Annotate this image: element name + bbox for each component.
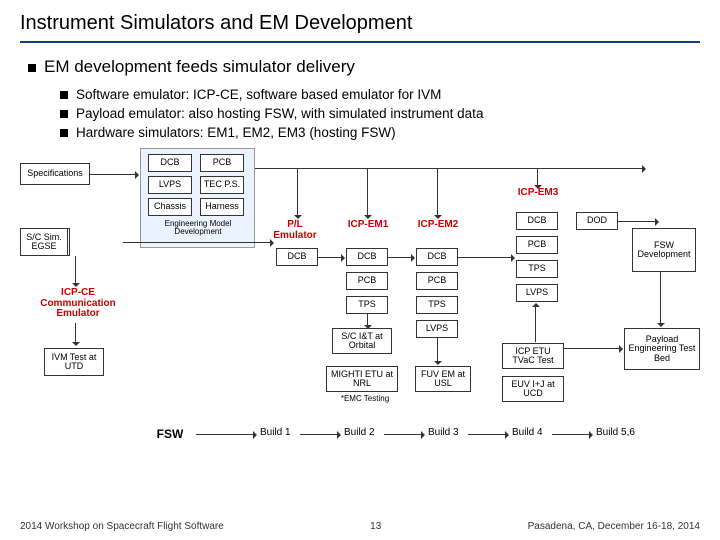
payload-box: Payload Engineering Test Bed (624, 328, 700, 370)
b1: Build 1 (260, 428, 291, 439)
em2-tps: TPS (416, 296, 458, 314)
fsw-row-label: FSW (150, 428, 190, 441)
em2-pcb: PCB (416, 272, 458, 290)
bullet-1: Software emulator: ICP-CE, software base… (60, 87, 700, 102)
b3: Build 3 (428, 428, 459, 439)
fsw-dev-box: FSW Development (632, 228, 696, 272)
arrow-drop-em2 (437, 168, 438, 218)
em3-pcb: PCB (516, 236, 558, 254)
arrow-drop-em3 (537, 168, 538, 188)
em3-dod: DOD (576, 212, 618, 230)
emd-title: Engineering Model Development (148, 220, 248, 237)
arrow-itos-icpce (75, 256, 76, 286)
arrow-em3-fsw (618, 221, 658, 222)
emd-lvps: LVPS (148, 176, 192, 194)
footer-center: 13 (370, 521, 381, 532)
tvac-box: ICP ETU TVaC Test (502, 343, 564, 369)
arrow-b56 (552, 434, 592, 435)
b56: Build 5,6 (596, 428, 635, 439)
arrow-b4 (468, 434, 508, 435)
footer-right: Pasadena, CA, December 16-18, 2014 (528, 521, 700, 532)
slide-title: Instrument Simulators and EM Development (20, 12, 700, 43)
flow-diagram: Specifications ITOS Workstation S/C Sim.… (20, 148, 700, 478)
scsim-box: S/C Sim. EGSE (20, 228, 68, 256)
em1-tps: TPS (346, 296, 388, 314)
arrow-fsw-payload (660, 272, 661, 326)
arrow-tvac-payload (564, 348, 622, 349)
em2-dcb: DCB (416, 248, 458, 266)
arrow-b3 (384, 434, 424, 435)
heading-text: EM development feeds simulator delivery (44, 57, 355, 76)
pl-label: P/L Emulator (268, 220, 322, 241)
arrow-b1 (196, 434, 256, 435)
arrow-em1-sc (367, 314, 368, 328)
mighti-box: MIGHTI ETU at NRL (326, 366, 398, 392)
b4: Build 4 (512, 428, 543, 439)
ivm-utd-box: IVM Test at UTD (44, 348, 104, 376)
slide-footer: 2014 Workshop on Spacecraft Flight Softw… (0, 521, 720, 532)
arrow-drop-em1 (367, 168, 368, 218)
emd-chassis: Chassis (148, 198, 192, 216)
main-heading: EM development feeds simulator delivery (28, 57, 700, 77)
emd-harness: Harness (200, 198, 244, 216)
arrow-em1-em2 (388, 257, 414, 258)
b2: Build 2 (344, 428, 375, 439)
arrow-pl-em1 (318, 257, 344, 258)
bullet-3: Hardware simulators: EM1, EM2, EM3 (host… (60, 125, 700, 140)
arrow-emd-right (255, 168, 645, 169)
emd-dcb: DCB (148, 154, 192, 172)
fuv-box: FUV EM at USL (415, 366, 471, 392)
euv-box: EUV I+J at UCD (502, 376, 564, 402)
emd-pcb: PCB (200, 154, 244, 172)
arrow-tvac-up (535, 304, 536, 342)
bullet-2: Payload emulator: also hosting FSW, with… (60, 106, 700, 121)
arrow-icpce-ivm (75, 323, 76, 345)
arrow-em2-em3 (458, 257, 514, 258)
arrow-em2-fuv (437, 338, 438, 364)
pl-dcb: DCB (276, 248, 318, 266)
em3-dcb: DCB (516, 212, 558, 230)
arrow-itos-pl (123, 242, 273, 243)
em1-dcb: DCB (346, 248, 388, 266)
icp-ce-label: ICP-CE Communication Emulator (38, 288, 118, 320)
arrow-spec-emd (90, 174, 138, 175)
emd-tec: TEC P.S. (200, 176, 244, 194)
spec-box: Specifications (20, 163, 90, 185)
emc-note: *EMC Testing (330, 395, 400, 403)
em3-tps: TPS (516, 260, 558, 278)
em2-lvps: LVPS (416, 320, 458, 338)
arrow-b2 (300, 434, 340, 435)
em1-pcb: PCB (346, 272, 388, 290)
arrow-drop-pl (297, 168, 298, 218)
sc-orbital-box: S/C I&T at Orbital (332, 328, 392, 354)
footer-left: 2014 Workshop on Spacecraft Flight Softw… (20, 521, 224, 532)
